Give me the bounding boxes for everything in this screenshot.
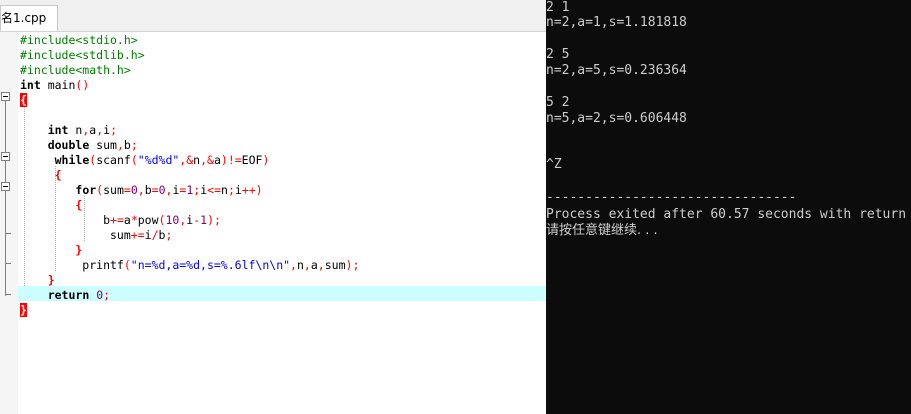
console-line: n=2,a=5,s=0.236364 bbox=[546, 63, 687, 78]
console-line: 5 2 bbox=[546, 95, 570, 110]
console-line: 2 5 bbox=[546, 47, 570, 62]
fold-end-main bbox=[5, 294, 11, 295]
code-line: } bbox=[75, 243, 83, 257]
file-tab-label: 命名1.cpp bbox=[1, 11, 47, 25]
code-line: sum+=i/b; bbox=[20, 228, 173, 242]
console-line: n=2,a=1,s=1.181818 bbox=[546, 15, 687, 30]
code-line: { bbox=[54, 168, 62, 182]
code-line: int n,a,i; bbox=[47, 123, 118, 137]
code-line: { bbox=[20, 93, 27, 107]
code-line: { bbox=[75, 198, 83, 212]
code-line: #include<stdio.h> bbox=[20, 33, 138, 47]
console-line: Process exited after 60.57 seconds with … bbox=[546, 207, 907, 222]
fold-toggle-main[interactable] bbox=[1, 92, 10, 101]
file-tab[interactable]: 命名1.cpp bbox=[0, 5, 58, 31]
editor-tab-bar: 命名1.cpp bbox=[0, 0, 546, 32]
console-line: n=5,a=2,s=0.606448 bbox=[546, 111, 687, 126]
console-window[interactable]: 2 1 n=2,a=1,s=1.181818 2 5 n=2,a=5,s=0.2… bbox=[546, 0, 911, 414]
console-line: -------------------------------- bbox=[546, 190, 797, 205]
fold-line bbox=[5, 101, 6, 296]
code-line: for(sum=0,b=0,i=1;i<=n;i++) bbox=[75, 183, 263, 197]
code-line: } bbox=[20, 303, 27, 317]
code-line: return 0; bbox=[47, 288, 111, 302]
fold-gutter bbox=[0, 32, 18, 414]
code-line: } bbox=[47, 273, 55, 287]
code-line: while(scanf("%d%d",&n,&a)!=EOF) bbox=[54, 153, 270, 167]
fold-end-while bbox=[5, 263, 11, 264]
fold-end-for bbox=[5, 233, 11, 234]
console-line: ^Z bbox=[546, 157, 562, 172]
fold-toggle-for[interactable] bbox=[1, 182, 10, 191]
code-editor-pane[interactable]: 命名1.cpp #include<stdio.h> #include<stdli… bbox=[0, 0, 546, 414]
fold-toggle-while[interactable] bbox=[1, 152, 10, 161]
code-line: b+=a*pow(10,i-1); bbox=[20, 213, 221, 227]
code-line: double sum,b; bbox=[47, 138, 138, 152]
console-line: 2 1 bbox=[546, 0, 570, 15]
code-line: printf("n=%d,a=%d,s=%.6lf\n\n",n,a,sum); bbox=[20, 258, 360, 272]
code-line: int main() bbox=[20, 78, 90, 92]
code-line: #include<stdlib.h> bbox=[20, 48, 145, 62]
code-line: #include<math.h> bbox=[20, 63, 131, 77]
console-line: 请按任意键继续. . . bbox=[546, 223, 658, 238]
